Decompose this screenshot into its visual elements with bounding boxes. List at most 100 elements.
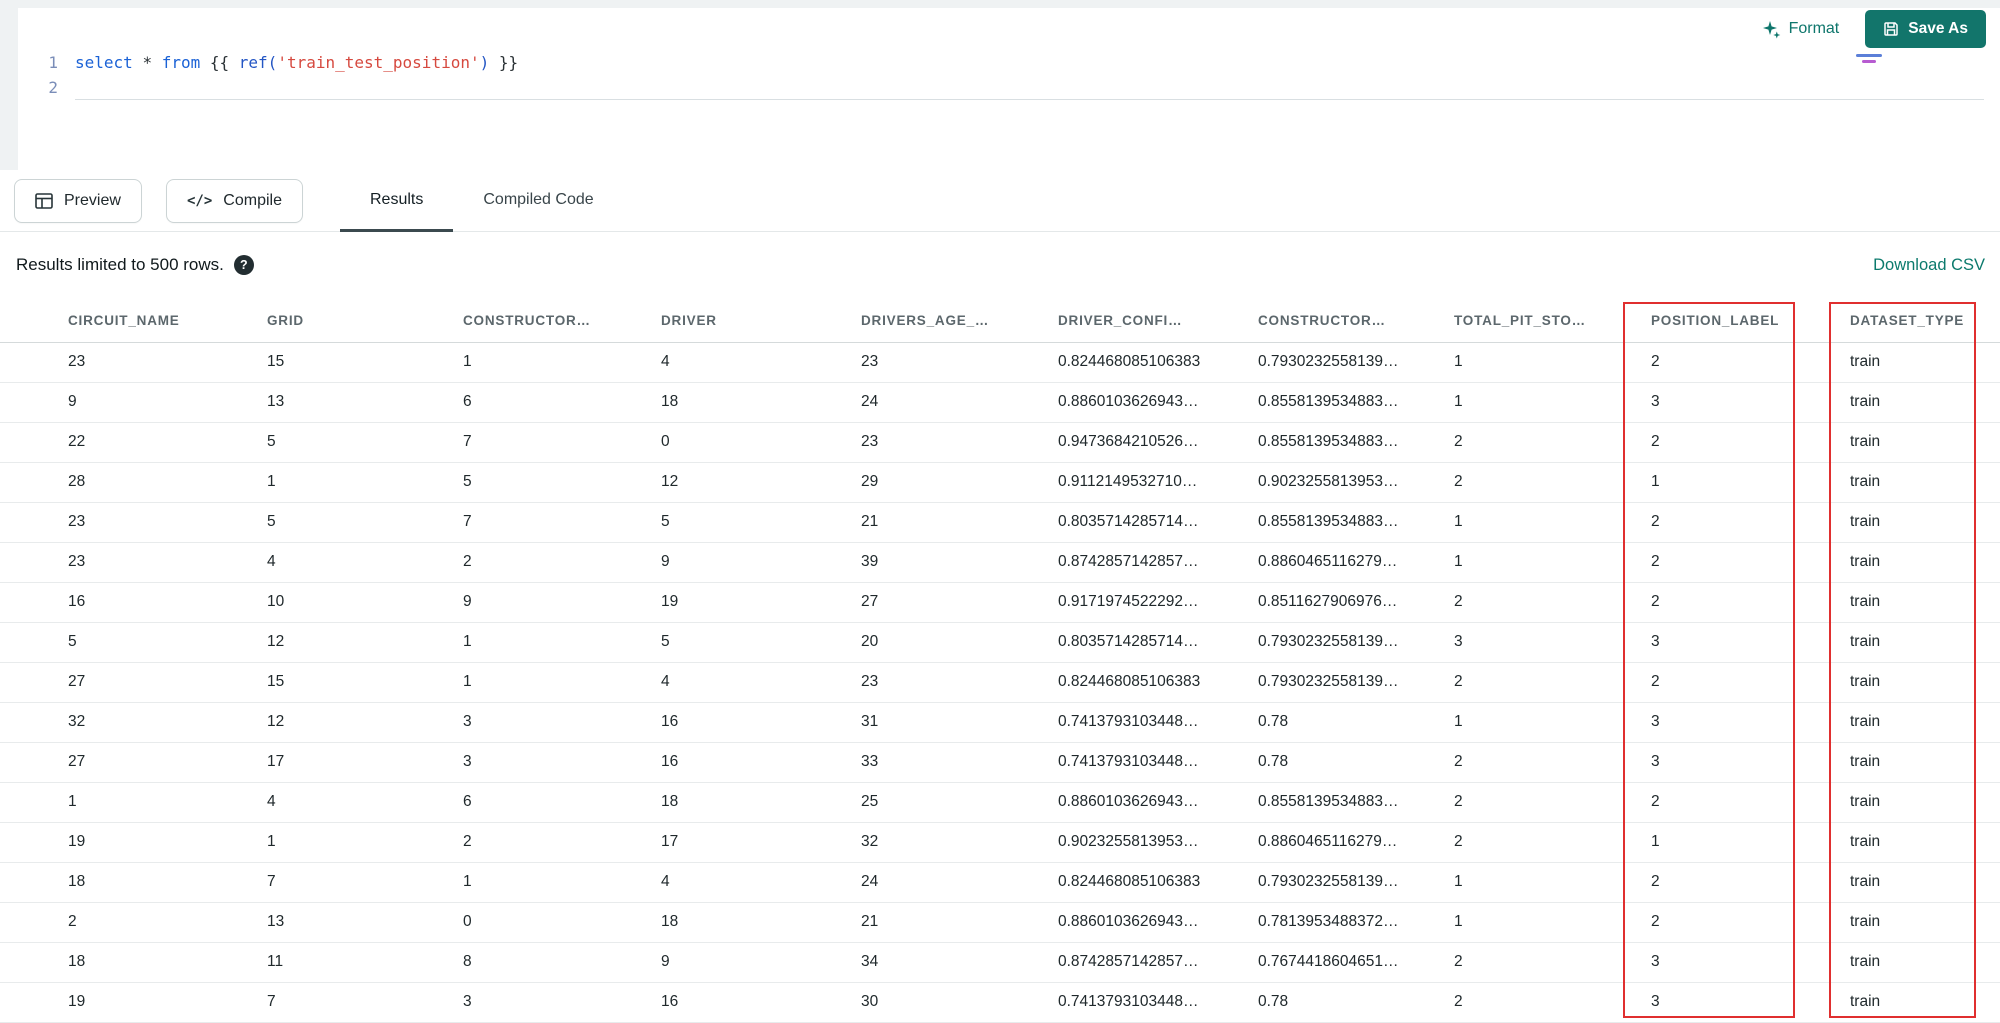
table-cell: 5 xyxy=(642,622,842,663)
table-cell: 0.8558139534883… xyxy=(1239,382,1435,423)
table-cell: 0.78 xyxy=(1239,742,1435,783)
line-number: 2 xyxy=(48,78,58,97)
table-row: 23 4 2 9 39 0.8742857142857… 0.8860465116279… 1… xyxy=(0,542,2000,583)
table-cell: 29 xyxy=(842,462,1039,503)
table-cell: 17 xyxy=(248,742,444,783)
table-cell: 2 xyxy=(1435,422,1632,463)
table-cell: 2 xyxy=(1435,742,1632,783)
help-icon[interactable]: ? xyxy=(233,255,254,275)
table-cell: 3 xyxy=(1632,942,1831,983)
table-cell: 2 xyxy=(444,542,642,583)
table-cell: 0.8035714285714… xyxy=(1039,622,1239,663)
table-cell: train xyxy=(1831,662,2000,703)
table-cell: 15 xyxy=(248,342,444,383)
table-cell: 2 xyxy=(1435,942,1632,983)
table-cell: 32 xyxy=(842,822,1039,863)
table-row: 19 1 2 17 32 0.9023255813953… 0.8860465116279…… xyxy=(0,822,2000,863)
table-cell: 5 xyxy=(248,502,444,543)
table-cell: 21 xyxy=(842,502,1039,543)
table-cell: 0.9473684210526… xyxy=(1039,422,1239,463)
results-table: CIRCUIT_NAME GRID CONSTRUCTOR… DRIVER DRIVER… xyxy=(0,300,2000,1023)
table-cell: 18 xyxy=(642,782,842,823)
format-label: Format xyxy=(1788,20,1840,37)
table-cell: 16 xyxy=(642,982,842,1023)
table-cell: train xyxy=(1831,942,2000,983)
format-button[interactable]: Format xyxy=(1762,20,1840,39)
column-header: DRIVER_CONFI… xyxy=(1039,300,1239,343)
table-cell: 0.7930232558139… xyxy=(1239,862,1435,903)
table-cell: 0.7413793103448… xyxy=(1039,742,1239,783)
table-cell: 3 xyxy=(1632,742,1831,783)
table-cell: 1 xyxy=(1435,542,1632,583)
code-editor[interactable]: 12 select * from {{ ref('train_test_posi… xyxy=(18,50,2000,130)
table-cell: 1 xyxy=(1435,862,1632,903)
table-cell: 39 xyxy=(842,542,1039,583)
code-line-2[interactable] xyxy=(75,75,1984,100)
code-token: * xyxy=(142,53,162,72)
table-cell: 0.8742857142857… xyxy=(1039,542,1239,583)
table-cell: 17 xyxy=(642,822,842,863)
table-cell: 0.7413793103448… xyxy=(1039,702,1239,743)
table-row: 16 10 9 19 27 0.9171974522292… 0.8511627906976… xyxy=(0,582,2000,623)
table-cell: 13 xyxy=(248,902,444,943)
table-cell: train xyxy=(1831,582,2000,623)
table-cell: train xyxy=(1831,902,2000,943)
table-cell: 1 xyxy=(1435,382,1632,423)
table-cell: 13 xyxy=(248,382,444,423)
column-header: CIRCUIT_NAME xyxy=(0,300,248,343)
table-cell: 1 xyxy=(248,822,444,863)
table-cell: 9 xyxy=(0,382,248,423)
tab-results[interactable]: Results xyxy=(340,170,454,232)
table-cell: 15 xyxy=(248,662,444,703)
table-cell: 4 xyxy=(642,862,842,903)
code-token: }} xyxy=(489,53,519,72)
row-limit-text: Results limited to 500 rows. xyxy=(16,255,224,274)
table-cell: 1 xyxy=(1632,822,1831,863)
compile-button[interactable]: </> Compile xyxy=(166,179,303,223)
table-cell: 0.824468085106383 xyxy=(1039,662,1239,703)
download-csv-link[interactable]: Download CSV xyxy=(1873,256,1985,275)
code-brackets-icon: </> xyxy=(187,193,213,209)
table-cell: 0.7674418604651… xyxy=(1239,942,1435,983)
table-cell: 5 xyxy=(248,422,444,463)
table-cell: 3 xyxy=(1632,382,1831,423)
table-cell: 0.7413793103448… xyxy=(1039,982,1239,1023)
table-cell: 3 xyxy=(444,742,642,783)
column-header: DRIVERS_AGE_… xyxy=(842,300,1039,343)
table-row: 18 7 1 4 24 0.824468085106383 0.7930232558139…… xyxy=(0,862,2000,903)
column-header: DRIVER xyxy=(642,300,842,343)
code-line-1[interactable]: select * from {{ ref('train_test_positio… xyxy=(75,50,1984,75)
table-cell: 24 xyxy=(842,862,1039,903)
results-tab-strip: Preview </> Compile Results Compiled Cod… xyxy=(0,170,2000,232)
table-body: 23 15 1 4 23 0.824468085106383 0.7930232558139… xyxy=(0,342,2000,1023)
column-header: POSITION_LABEL xyxy=(1632,300,1831,343)
table-cell: 7 xyxy=(248,862,444,903)
table-cell: train xyxy=(1831,702,2000,743)
table-cell: 16 xyxy=(642,702,842,743)
table-cell: 27 xyxy=(0,742,248,783)
table-cell: 0.8860103626943… xyxy=(1039,382,1239,423)
top-background-strip xyxy=(0,0,2000,8)
table-row: 18 11 8 9 34 0.8742857142857… 0.7674418604651…… xyxy=(0,942,2000,983)
table-cell: train xyxy=(1831,622,2000,663)
table-cell: train xyxy=(1831,382,2000,423)
tab-compiled-code[interactable]: Compiled Code xyxy=(453,170,623,232)
table-cell: 1 xyxy=(1435,702,1632,743)
table-cell: 0.7930232558139… xyxy=(1239,622,1435,663)
save-as-button[interactable]: Save As xyxy=(1865,10,1986,48)
preview-button[interactable]: Preview xyxy=(14,179,142,223)
code-token: from xyxy=(161,53,210,72)
table-cell: 9 xyxy=(642,942,842,983)
table-row: 28 1 5 12 29 0.9112149532710… 0.9023255813953…… xyxy=(0,462,2000,503)
table-cell: 0.7813953488372… xyxy=(1239,902,1435,943)
code-token: ) xyxy=(479,53,490,72)
table-cell: 21 xyxy=(842,902,1039,943)
code-token: 'train_test_position' xyxy=(277,53,480,72)
table-cell: 27 xyxy=(842,582,1039,623)
table-cell: 34 xyxy=(842,942,1039,983)
table-cell: 0.8860103626943… xyxy=(1039,902,1239,943)
table-cell: 3 xyxy=(444,702,642,743)
table-cell: 4 xyxy=(248,782,444,823)
code-lines[interactable]: select * from {{ ref('train_test_positio… xyxy=(75,50,1984,100)
table-cell: 23 xyxy=(842,342,1039,383)
